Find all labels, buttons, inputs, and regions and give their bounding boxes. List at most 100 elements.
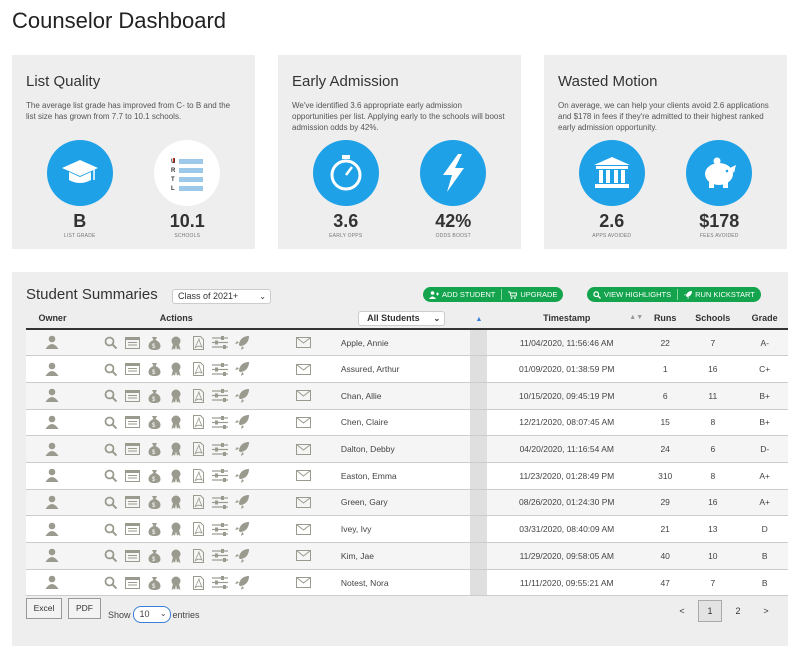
- mail-icon[interactable]: [294, 494, 313, 510]
- award-icon[interactable]: [167, 388, 186, 404]
- rocket-icon[interactable]: [233, 414, 252, 430]
- list-icon[interactable]: [123, 441, 142, 457]
- col-owner[interactable]: Owner: [26, 308, 79, 330]
- mail-icon[interactable]: [294, 335, 313, 351]
- mail-icon[interactable]: [294, 414, 313, 430]
- mail-icon[interactable]: [294, 575, 313, 591]
- search-icon[interactable]: [101, 414, 120, 430]
- entries-select[interactable]: 10 ⌄: [132, 606, 171, 623]
- money-bag-icon[interactable]: $: [145, 361, 164, 377]
- user-icon[interactable]: [43, 361, 62, 377]
- email-cell[interactable]: [273, 355, 333, 383]
- student-name[interactable]: Kim, Jae: [332, 542, 471, 570]
- list-icon[interactable]: [123, 548, 142, 564]
- student-name[interactable]: Assured, Arthur: [332, 355, 471, 383]
- award-icon[interactable]: [167, 575, 186, 591]
- owner-cell[interactable]: [26, 435, 79, 463]
- rocket-icon[interactable]: [233, 548, 252, 564]
- pdf-icon[interactable]: [189, 361, 208, 377]
- money-bag-icon[interactable]: $: [145, 494, 164, 510]
- student-name[interactable]: Dalton, Debby: [332, 435, 471, 463]
- rocket-icon[interactable]: [233, 521, 252, 537]
- list-icon[interactable]: [123, 388, 142, 404]
- list-icon[interactable]: [123, 414, 142, 430]
- student-name[interactable]: Chen, Claire: [332, 409, 471, 437]
- rocket-icon[interactable]: [233, 441, 252, 457]
- student-name[interactable]: Notest, Nora: [332, 569, 471, 597]
- sliders-icon[interactable]: [211, 361, 230, 377]
- pdf-icon[interactable]: [189, 521, 208, 537]
- owner-cell[interactable]: [26, 382, 79, 410]
- money-bag-icon[interactable]: $: [145, 388, 164, 404]
- mail-icon[interactable]: [294, 441, 313, 457]
- owner-cell[interactable]: [26, 569, 79, 597]
- sliders-icon[interactable]: [211, 468, 230, 484]
- student-name[interactable]: Apple, Annie: [332, 329, 471, 357]
- email-cell[interactable]: [273, 542, 333, 570]
- col-timestamp[interactable]: Timestamp ▲▼: [487, 308, 647, 330]
- rocket-icon[interactable]: [233, 575, 252, 591]
- money-bag-icon[interactable]: $: [145, 414, 164, 430]
- sliders-icon[interactable]: [211, 494, 230, 510]
- award-icon[interactable]: [167, 335, 186, 351]
- money-bag-icon[interactable]: $: [145, 468, 164, 484]
- email-cell[interactable]: [273, 515, 333, 543]
- email-cell[interactable]: [273, 435, 333, 463]
- student-name[interactable]: Easton, Emma: [332, 462, 471, 490]
- rocket-icon[interactable]: [233, 335, 252, 351]
- user-icon[interactable]: [43, 334, 62, 350]
- list-icon[interactable]: [123, 361, 142, 377]
- pdf-icon[interactable]: [189, 468, 208, 484]
- pager-next[interactable]: >: [754, 600, 778, 622]
- mail-icon[interactable]: [294, 388, 313, 404]
- award-icon[interactable]: [167, 361, 186, 377]
- search-icon[interactable]: [101, 521, 120, 537]
- list-icon[interactable]: [123, 468, 142, 484]
- list-icon[interactable]: [123, 335, 142, 351]
- pager-page-2[interactable]: 2: [726, 600, 750, 622]
- rocket-icon[interactable]: [233, 361, 252, 377]
- pdf-button[interactable]: PDF: [68, 598, 101, 619]
- award-icon[interactable]: [167, 414, 186, 430]
- pdf-icon[interactable]: [189, 494, 208, 510]
- list-icon[interactable]: [123, 521, 142, 537]
- user-icon[interactable]: [43, 387, 62, 403]
- money-bag-icon[interactable]: $: [145, 335, 164, 351]
- user-icon[interactable]: [43, 574, 62, 590]
- rocket-icon[interactable]: [233, 468, 252, 484]
- view-highlights-button[interactable]: VIEW HIGHLIGHTS: [587, 287, 677, 302]
- email-cell[interactable]: [273, 409, 333, 437]
- mail-icon[interactable]: [294, 468, 313, 484]
- award-icon[interactable]: [167, 468, 186, 484]
- list-icon[interactable]: [123, 575, 142, 591]
- money-bag-icon[interactable]: $: [145, 548, 164, 564]
- email-cell[interactable]: [273, 382, 333, 410]
- sliders-icon[interactable]: [211, 441, 230, 457]
- student-name[interactable]: Green, Gary: [332, 489, 471, 517]
- owner-cell[interactable]: [26, 329, 79, 357]
- rocket-icon[interactable]: [233, 494, 252, 510]
- upgrade-button[interactable]: UPGRADE: [502, 287, 563, 302]
- pdf-icon[interactable]: [189, 414, 208, 430]
- col-students[interactable]: All Students ⌄: [332, 308, 471, 330]
- sliders-icon[interactable]: [211, 388, 230, 404]
- col-runs[interactable]: Runs: [646, 308, 685, 330]
- sliders-icon[interactable]: [211, 575, 230, 591]
- mail-icon[interactable]: [294, 548, 313, 564]
- award-icon[interactable]: [167, 494, 186, 510]
- run-kickstart-button[interactable]: RUN KICKSTART: [678, 287, 761, 302]
- pdf-icon[interactable]: [189, 388, 208, 404]
- students-filter-select[interactable]: All Students ⌄: [358, 310, 446, 326]
- search-icon[interactable]: [101, 494, 120, 510]
- owner-cell[interactable]: [26, 355, 79, 383]
- search-icon[interactable]: [101, 441, 120, 457]
- add-student-button[interactable]: ADD STUDENT: [423, 287, 501, 302]
- user-icon[interactable]: [43, 494, 62, 510]
- rocket-icon[interactable]: [233, 388, 252, 404]
- student-name[interactable]: Ivey, Ivy: [332, 515, 471, 543]
- student-name[interactable]: Chan, Allie: [332, 382, 471, 410]
- search-icon[interactable]: [101, 575, 120, 591]
- owner-cell[interactable]: [26, 515, 79, 543]
- sort-asc-icon[interactable]: ▲: [470, 308, 488, 330]
- mail-icon[interactable]: [294, 361, 313, 377]
